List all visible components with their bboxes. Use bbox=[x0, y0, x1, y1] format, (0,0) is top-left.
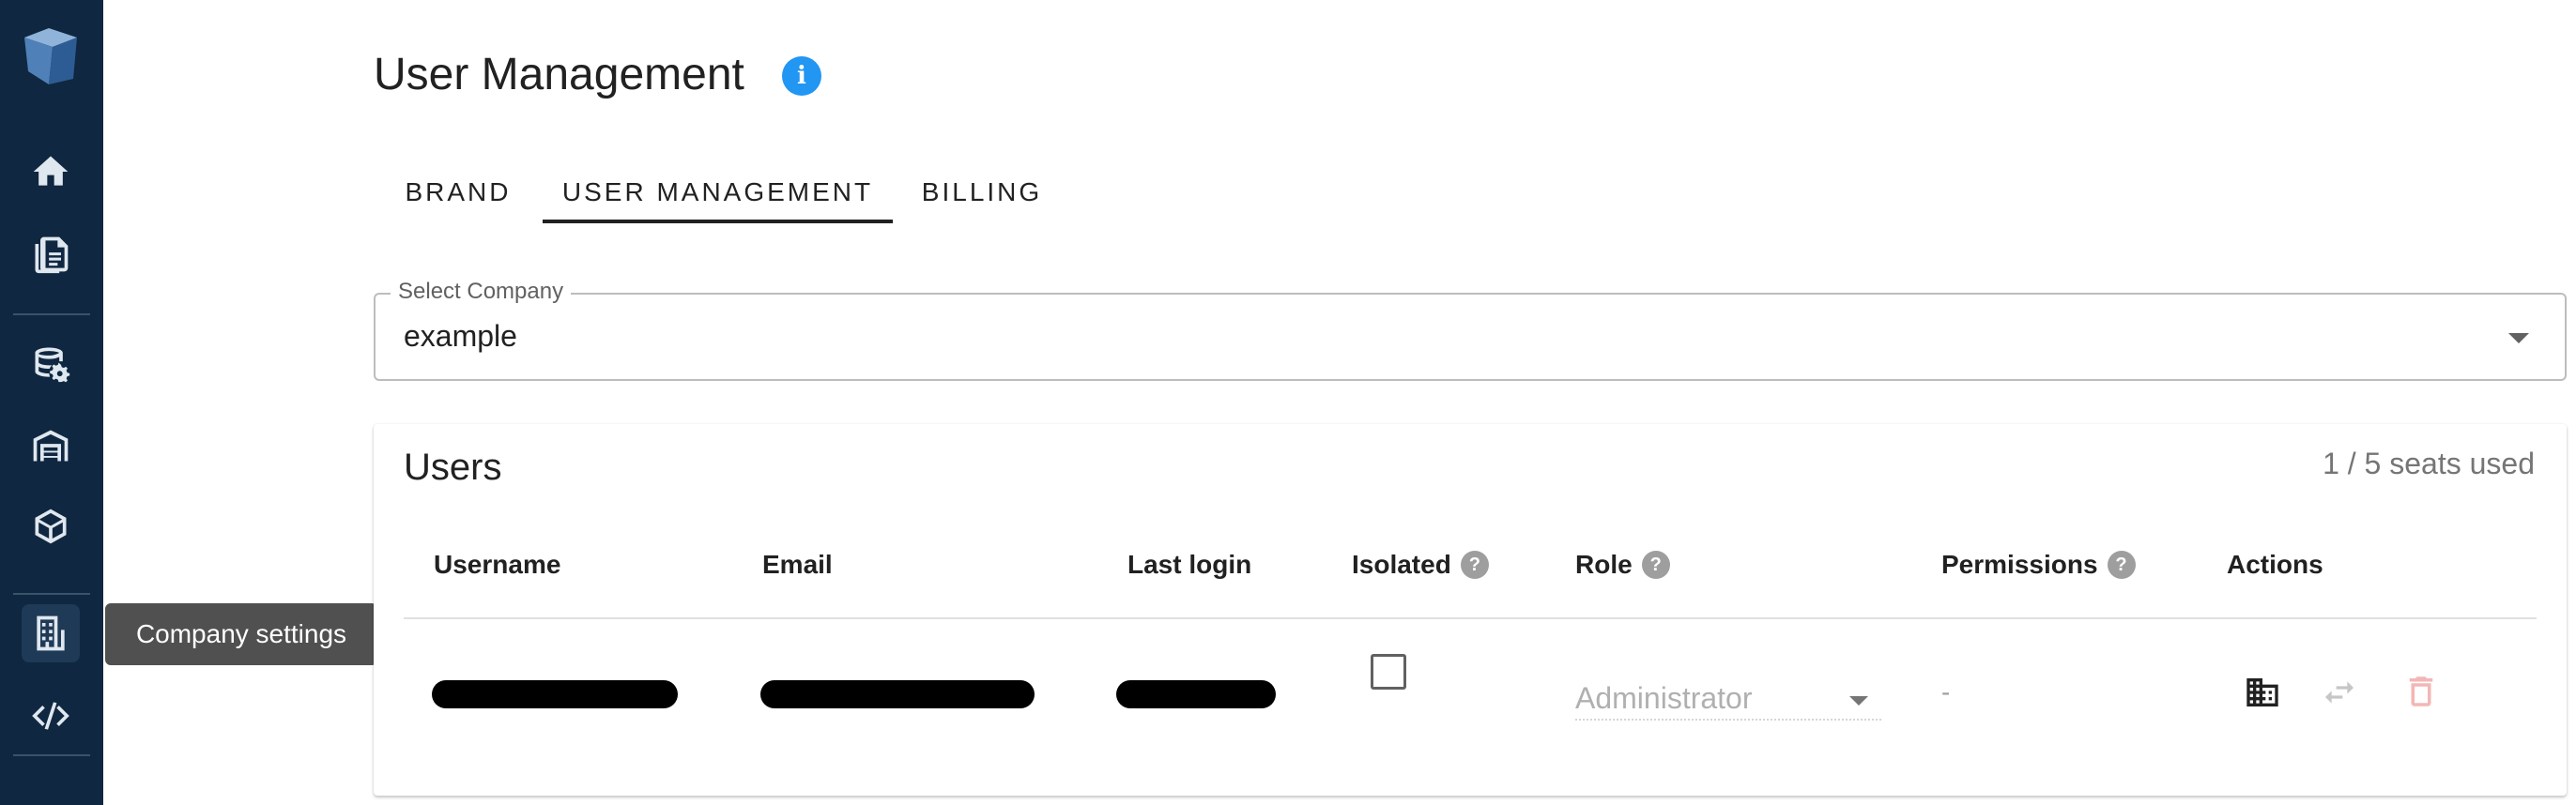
delete-icon[interactable] bbox=[2401, 670, 2441, 713]
tab-brand[interactable]: BRAND bbox=[374, 161, 543, 223]
column-header-permissions: Permissions ? bbox=[1941, 550, 2136, 580]
users-title: Users bbox=[404, 447, 502, 488]
users-card bbox=[374, 424, 2567, 796]
company-select-label: Select Company bbox=[391, 279, 572, 305]
column-header-isolated: Isolated ? bbox=[1352, 550, 1489, 580]
help-icon[interactable]: ? bbox=[1460, 551, 1489, 579]
redacted-last-login bbox=[1116, 680, 1276, 708]
column-header-username: Username bbox=[434, 550, 561, 579]
company-select-value[interactable]: example bbox=[404, 319, 517, 354]
company-action-icon[interactable] bbox=[2244, 674, 2281, 711]
sidebar-divider bbox=[13, 593, 90, 595]
chevron-down-icon[interactable] bbox=[2508, 333, 2529, 343]
home-icon[interactable] bbox=[22, 143, 80, 201]
active-tab-indicator bbox=[543, 220, 893, 223]
tab-user-management[interactable]: USER MANAGEMENT bbox=[543, 161, 893, 223]
company-select[interactable] bbox=[374, 293, 2567, 381]
seats-used: 1 / 5 seats used bbox=[2323, 447, 2535, 480]
app-logo-icon[interactable] bbox=[21, 24, 81, 88]
help-icon[interactable]: ? bbox=[1641, 551, 1670, 579]
help-icon[interactable]: ? bbox=[2107, 551, 2136, 579]
documents-icon[interactable] bbox=[22, 225, 80, 283]
column-header-actions: Actions bbox=[2227, 550, 2323, 579]
column-header-email: Email bbox=[762, 550, 833, 579]
page-title: User Management bbox=[374, 50, 744, 99]
warehouse-icon[interactable] bbox=[22, 417, 80, 475]
sidebar bbox=[0, 0, 103, 805]
column-header-role: Role ? bbox=[1575, 550, 1670, 580]
info-icon[interactable]: i bbox=[782, 56, 821, 96]
isolated-checkbox[interactable] bbox=[1371, 654, 1406, 690]
sidebar-divider bbox=[13, 313, 90, 315]
transfer-icon[interactable] bbox=[2321, 674, 2358, 711]
tab-billing[interactable]: BILLING bbox=[893, 161, 1071, 223]
database-settings-icon[interactable] bbox=[22, 334, 80, 392]
chevron-down-icon[interactable] bbox=[1849, 696, 1868, 706]
company-icon[interactable] bbox=[22, 604, 80, 662]
permissions-value: - bbox=[1941, 677, 1951, 706]
sidebar-tooltip: Company settings bbox=[105, 603, 377, 665]
column-header-last-login: Last login bbox=[1127, 550, 1252, 579]
code-icon[interactable] bbox=[22, 687, 80, 745]
redacted-username bbox=[432, 680, 678, 708]
role-value: Administrator bbox=[1575, 681, 1753, 715]
header-divider bbox=[404, 617, 2537, 619]
package-icon[interactable] bbox=[22, 497, 80, 555]
sidebar-divider bbox=[13, 754, 90, 756]
redacted-email bbox=[760, 680, 1035, 708]
